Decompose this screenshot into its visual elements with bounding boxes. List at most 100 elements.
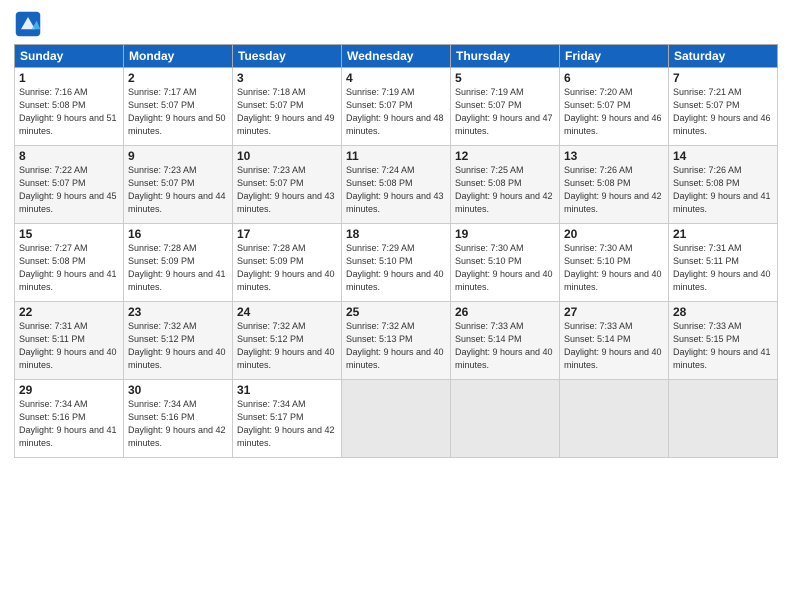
weekday-monday: Monday — [124, 45, 233, 68]
day-cell: 9Sunrise: 7:23 AM Sunset: 5:07 PM Daylig… — [124, 146, 233, 224]
header — [14, 10, 778, 38]
weekday-sunday: Sunday — [15, 45, 124, 68]
day-number: 5 — [455, 71, 555, 85]
day-info: Sunrise: 7:19 AM Sunset: 5:07 PM Dayligh… — [455, 86, 555, 138]
day-number: 21 — [673, 227, 773, 241]
day-info: Sunrise: 7:33 AM Sunset: 5:15 PM Dayligh… — [673, 320, 773, 372]
day-number: 1 — [19, 71, 119, 85]
day-cell: 20Sunrise: 7:30 AM Sunset: 5:10 PM Dayli… — [560, 224, 669, 302]
day-cell: 24Sunrise: 7:32 AM Sunset: 5:12 PM Dayli… — [233, 302, 342, 380]
day-info: Sunrise: 7:34 AM Sunset: 5:17 PM Dayligh… — [237, 398, 337, 450]
day-info: Sunrise: 7:28 AM Sunset: 5:09 PM Dayligh… — [237, 242, 337, 294]
day-info: Sunrise: 7:27 AM Sunset: 5:08 PM Dayligh… — [19, 242, 119, 294]
day-info: Sunrise: 7:23 AM Sunset: 5:07 PM Dayligh… — [128, 164, 228, 216]
day-info: Sunrise: 7:28 AM Sunset: 5:09 PM Dayligh… — [128, 242, 228, 294]
day-cell: 31Sunrise: 7:34 AM Sunset: 5:17 PM Dayli… — [233, 380, 342, 458]
day-info: Sunrise: 7:29 AM Sunset: 5:10 PM Dayligh… — [346, 242, 446, 294]
day-cell — [560, 380, 669, 458]
weekday-tuesday: Tuesday — [233, 45, 342, 68]
day-cell: 1Sunrise: 7:16 AM Sunset: 5:08 PM Daylig… — [15, 68, 124, 146]
day-cell: 27Sunrise: 7:33 AM Sunset: 5:14 PM Dayli… — [560, 302, 669, 380]
day-info: Sunrise: 7:34 AM Sunset: 5:16 PM Dayligh… — [128, 398, 228, 450]
day-number: 22 — [19, 305, 119, 319]
day-cell: 6Sunrise: 7:20 AM Sunset: 5:07 PM Daylig… — [560, 68, 669, 146]
day-cell: 26Sunrise: 7:33 AM Sunset: 5:14 PM Dayli… — [451, 302, 560, 380]
weekday-friday: Friday — [560, 45, 669, 68]
day-number: 24 — [237, 305, 337, 319]
day-number: 29 — [19, 383, 119, 397]
day-number: 18 — [346, 227, 446, 241]
day-info: Sunrise: 7:33 AM Sunset: 5:14 PM Dayligh… — [455, 320, 555, 372]
day-info: Sunrise: 7:24 AM Sunset: 5:08 PM Dayligh… — [346, 164, 446, 216]
logo — [14, 10, 46, 38]
page-container: SundayMondayTuesdayWednesdayThursdayFrid… — [0, 0, 792, 612]
day-cell: 18Sunrise: 7:29 AM Sunset: 5:10 PM Dayli… — [342, 224, 451, 302]
day-cell: 19Sunrise: 7:30 AM Sunset: 5:10 PM Dayli… — [451, 224, 560, 302]
logo-icon — [14, 10, 42, 38]
day-cell: 10Sunrise: 7:23 AM Sunset: 5:07 PM Dayli… — [233, 146, 342, 224]
day-number: 20 — [564, 227, 664, 241]
day-number: 12 — [455, 149, 555, 163]
day-cell: 25Sunrise: 7:32 AM Sunset: 5:13 PM Dayli… — [342, 302, 451, 380]
day-cell: 22Sunrise: 7:31 AM Sunset: 5:11 PM Dayli… — [15, 302, 124, 380]
day-number: 9 — [128, 149, 228, 163]
day-number: 25 — [346, 305, 446, 319]
day-number: 6 — [564, 71, 664, 85]
day-cell: 12Sunrise: 7:25 AM Sunset: 5:08 PM Dayli… — [451, 146, 560, 224]
day-number: 30 — [128, 383, 228, 397]
day-cell: 14Sunrise: 7:26 AM Sunset: 5:08 PM Dayli… — [669, 146, 778, 224]
day-info: Sunrise: 7:26 AM Sunset: 5:08 PM Dayligh… — [564, 164, 664, 216]
day-number: 15 — [19, 227, 119, 241]
day-info: Sunrise: 7:21 AM Sunset: 5:07 PM Dayligh… — [673, 86, 773, 138]
day-info: Sunrise: 7:23 AM Sunset: 5:07 PM Dayligh… — [237, 164, 337, 216]
day-cell: 15Sunrise: 7:27 AM Sunset: 5:08 PM Dayli… — [15, 224, 124, 302]
day-cell: 21Sunrise: 7:31 AM Sunset: 5:11 PM Dayli… — [669, 224, 778, 302]
day-cell: 5Sunrise: 7:19 AM Sunset: 5:07 PM Daylig… — [451, 68, 560, 146]
week-row-2: 8Sunrise: 7:22 AM Sunset: 5:07 PM Daylig… — [15, 146, 778, 224]
day-number: 11 — [346, 149, 446, 163]
day-info: Sunrise: 7:31 AM Sunset: 5:11 PM Dayligh… — [19, 320, 119, 372]
day-info: Sunrise: 7:30 AM Sunset: 5:10 PM Dayligh… — [564, 242, 664, 294]
calendar-table: SundayMondayTuesdayWednesdayThursdayFrid… — [14, 44, 778, 458]
weekday-wednesday: Wednesday — [342, 45, 451, 68]
day-cell — [342, 380, 451, 458]
day-number: 23 — [128, 305, 228, 319]
day-number: 17 — [237, 227, 337, 241]
day-info: Sunrise: 7:17 AM Sunset: 5:07 PM Dayligh… — [128, 86, 228, 138]
day-info: Sunrise: 7:32 AM Sunset: 5:12 PM Dayligh… — [128, 320, 228, 372]
day-number: 8 — [19, 149, 119, 163]
day-info: Sunrise: 7:26 AM Sunset: 5:08 PM Dayligh… — [673, 164, 773, 216]
day-info: Sunrise: 7:34 AM Sunset: 5:16 PM Dayligh… — [19, 398, 119, 450]
day-cell: 7Sunrise: 7:21 AM Sunset: 5:07 PM Daylig… — [669, 68, 778, 146]
day-info: Sunrise: 7:32 AM Sunset: 5:13 PM Dayligh… — [346, 320, 446, 372]
day-number: 14 — [673, 149, 773, 163]
day-cell: 8Sunrise: 7:22 AM Sunset: 5:07 PM Daylig… — [15, 146, 124, 224]
day-number: 26 — [455, 305, 555, 319]
day-info: Sunrise: 7:25 AM Sunset: 5:08 PM Dayligh… — [455, 164, 555, 216]
day-number: 2 — [128, 71, 228, 85]
week-row-5: 29Sunrise: 7:34 AM Sunset: 5:16 PM Dayli… — [15, 380, 778, 458]
weekday-thursday: Thursday — [451, 45, 560, 68]
day-number: 19 — [455, 227, 555, 241]
day-info: Sunrise: 7:19 AM Sunset: 5:07 PM Dayligh… — [346, 86, 446, 138]
week-row-3: 15Sunrise: 7:27 AM Sunset: 5:08 PM Dayli… — [15, 224, 778, 302]
weekday-saturday: Saturday — [669, 45, 778, 68]
day-number: 27 — [564, 305, 664, 319]
day-cell: 13Sunrise: 7:26 AM Sunset: 5:08 PM Dayli… — [560, 146, 669, 224]
day-cell: 3Sunrise: 7:18 AM Sunset: 5:07 PM Daylig… — [233, 68, 342, 146]
day-info: Sunrise: 7:22 AM Sunset: 5:07 PM Dayligh… — [19, 164, 119, 216]
day-info: Sunrise: 7:18 AM Sunset: 5:07 PM Dayligh… — [237, 86, 337, 138]
day-number: 13 — [564, 149, 664, 163]
weekday-header-row: SundayMondayTuesdayWednesdayThursdayFrid… — [15, 45, 778, 68]
day-cell: 23Sunrise: 7:32 AM Sunset: 5:12 PM Dayli… — [124, 302, 233, 380]
day-number: 16 — [128, 227, 228, 241]
day-number: 7 — [673, 71, 773, 85]
day-cell — [669, 380, 778, 458]
day-info: Sunrise: 7:31 AM Sunset: 5:11 PM Dayligh… — [673, 242, 773, 294]
day-cell: 11Sunrise: 7:24 AM Sunset: 5:08 PM Dayli… — [342, 146, 451, 224]
week-row-1: 1Sunrise: 7:16 AM Sunset: 5:08 PM Daylig… — [15, 68, 778, 146]
day-info: Sunrise: 7:20 AM Sunset: 5:07 PM Dayligh… — [564, 86, 664, 138]
day-info: Sunrise: 7:33 AM Sunset: 5:14 PM Dayligh… — [564, 320, 664, 372]
day-cell: 2Sunrise: 7:17 AM Sunset: 5:07 PM Daylig… — [124, 68, 233, 146]
day-cell: 28Sunrise: 7:33 AM Sunset: 5:15 PM Dayli… — [669, 302, 778, 380]
